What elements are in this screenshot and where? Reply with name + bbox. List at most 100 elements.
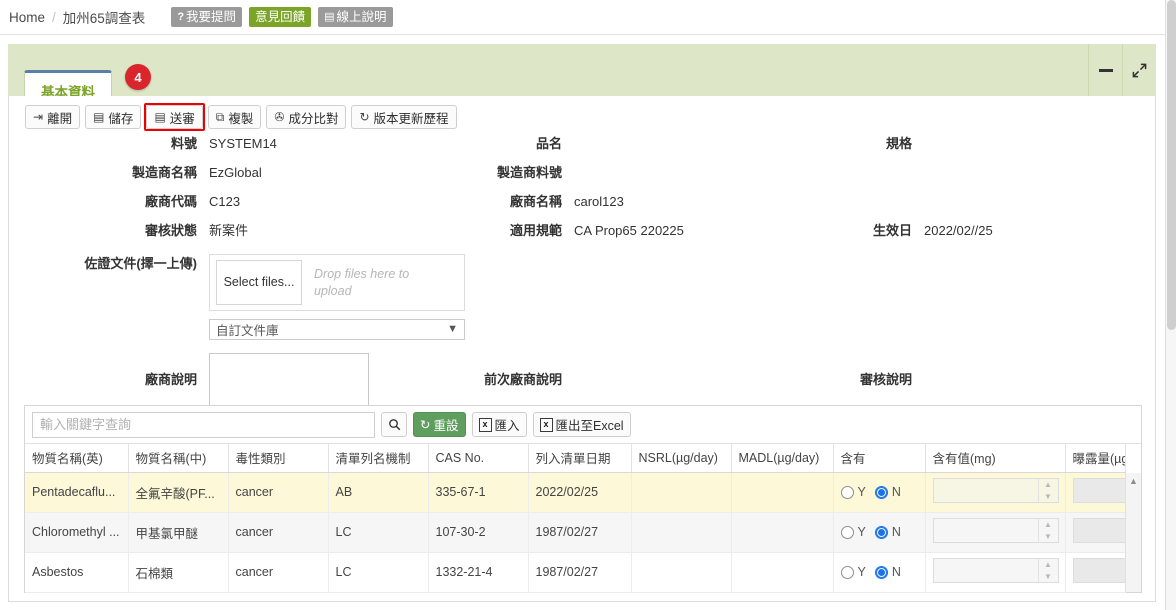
cell-nsrl xyxy=(631,512,732,553)
value-review-status: 新案件 xyxy=(209,223,249,238)
panel-body: ⇥ 離開 ▤ 儲存 ▤ 送審 ⧉ 複製 ✇ 成分比對 ↻ 版本更新歷程 料號 S… xyxy=(8,96,1156,602)
label-product-name: 品名 xyxy=(535,136,562,151)
expand-button[interactable] xyxy=(1122,44,1156,96)
undo-icon: ↻ xyxy=(359,110,370,124)
stepper-up-icon[interactable]: ▲ xyxy=(1039,559,1058,571)
radio-no[interactable] xyxy=(874,485,888,499)
cell-cas: 1332-21-4 xyxy=(428,552,529,593)
feedback-button[interactable]: 意見回饋 xyxy=(249,7,312,27)
col-name-zh[interactable]: 物質名稱(中) xyxy=(128,444,229,473)
cell-content-value: ▲ ▼ xyxy=(925,552,1066,593)
form-row-notes: 廠商說明 前次廠商說明 審核說明 xyxy=(9,353,1157,410)
ask-question-button[interactable]: ? 我要提問 xyxy=(171,7,243,27)
document-library-select[interactable]: 自訂文件庫 ▼ xyxy=(209,319,465,340)
triangle-up-icon[interactable]: ▲ xyxy=(1126,473,1141,486)
label-part-number: 料號 xyxy=(170,136,197,151)
col-content-value[interactable]: 含有值(mg) xyxy=(925,444,1066,473)
vendor-note-textarea[interactable] xyxy=(209,353,369,407)
content-value-stepper[interactable]: ▲ ▼ xyxy=(932,518,1059,543)
panel-header: 基本資料 xyxy=(8,44,1156,110)
radio-no[interactable] xyxy=(874,525,888,539)
dropzone[interactable]: Select files... Drop files here to uploa… xyxy=(209,254,465,311)
copy-button[interactable]: ⧉ 複製 xyxy=(207,105,262,129)
stepper-down-icon[interactable]: ▼ xyxy=(1039,531,1058,543)
exposure-input[interactable] xyxy=(1072,518,1124,543)
contains-radio-group: Y N xyxy=(840,565,918,579)
col-madl[interactable]: MADL(µg/day) xyxy=(731,444,834,473)
cell-contains: Y N xyxy=(833,512,926,553)
search-button[interactable] xyxy=(381,412,407,437)
chevron-down-icon: ▼ xyxy=(447,323,458,335)
stepper-up-icon[interactable]: ▲ xyxy=(1039,519,1058,531)
cell-madl xyxy=(731,552,834,593)
reset-button[interactable]: ↻ 重設 xyxy=(413,412,466,437)
col-toxicity[interactable]: 毒性類別 xyxy=(228,444,329,473)
panel-controls xyxy=(1088,44,1156,96)
ask-question-label: 我要提問 xyxy=(186,9,237,24)
online-help-button[interactable]: ▤ 線上說明 xyxy=(318,7,393,27)
radio-yes[interactable] xyxy=(840,485,854,499)
col-exposure[interactable]: 曝露量(µg xyxy=(1065,444,1126,473)
select-files-button[interactable]: Select files... xyxy=(216,260,302,305)
label-vendor-name: 廠商名稱 xyxy=(509,194,562,209)
value-vendor-name: carol123 xyxy=(574,194,624,209)
link-icon: ✇ xyxy=(274,110,285,124)
page-scrollbar-thumb[interactable] xyxy=(1167,0,1176,330)
book-icon: ▤ xyxy=(324,10,335,23)
online-help-label: 線上說明 xyxy=(336,9,387,24)
col-contains[interactable]: 含有 xyxy=(833,444,926,473)
col-listed-date[interactable]: 列入清單日期 xyxy=(528,444,632,473)
label-applicable-regulation: 適用規範 xyxy=(509,223,562,238)
label-effective-date: 生效日 xyxy=(872,223,912,238)
stepper-down-icon[interactable]: ▼ xyxy=(1039,571,1058,583)
reset-label: 重設 xyxy=(433,419,459,433)
table-row[interactable]: Pentadecaflu... 全氟辛酸(PF... cancer AB 335… xyxy=(25,472,1126,513)
minimize-button[interactable] xyxy=(1088,44,1122,96)
radio-no[interactable] xyxy=(874,565,888,579)
save-button[interactable]: ▤ 儲存 xyxy=(85,105,142,129)
save-disk-icon: ▤ xyxy=(154,110,166,124)
form-row-vendor-code: 廠商代碼 C123 廠商名稱 carol123 xyxy=(9,192,1157,221)
version-history-button[interactable]: ↻ 版本更新歷程 xyxy=(351,105,457,129)
table-header-row: 物質名稱(英) 物質名稱(中) 毒性類別 清單列名機制 CAS No. 列入清單… xyxy=(25,444,1126,473)
value-effective-date: 2022/02//25 xyxy=(924,223,993,238)
radio-yes[interactable] xyxy=(840,525,854,539)
table-row[interactable]: Asbestos 石棉類 cancer LC 1332-21-4 1987/02… xyxy=(25,552,1126,593)
cell-mechanism: LC xyxy=(328,512,429,553)
import-button[interactable]: x 匯入 xyxy=(471,412,527,437)
col-nsrl[interactable]: NSRL(µg/day) xyxy=(631,444,732,473)
leave-button[interactable]: ⇥ 離開 xyxy=(25,105,81,129)
exposure-input[interactable] xyxy=(1072,478,1124,503)
content-value-stepper[interactable]: ▲ ▼ xyxy=(932,478,1059,503)
submit-review-button[interactable]: ▤ 送審 xyxy=(144,103,206,131)
stepper-down-icon[interactable]: ▼ xyxy=(1039,491,1058,503)
cell-toxicity: cancer xyxy=(228,552,329,593)
compare-composition-button[interactable]: ✇ 成分比對 xyxy=(266,105,347,129)
contains-radio-group: Y N xyxy=(840,485,918,499)
radio-yes-label: Y xyxy=(857,525,866,539)
col-cas[interactable]: CAS No. xyxy=(428,444,529,473)
label-evidence-upload: 佐證文件(擇一上傳) xyxy=(84,256,197,271)
cell-mechanism: AB xyxy=(328,472,429,513)
radio-yes[interactable] xyxy=(840,565,854,579)
compare-composition-label: 成分比對 xyxy=(288,111,339,126)
breadcrumb-home[interactable]: Home xyxy=(9,10,45,25)
content-value-stepper[interactable]: ▲ ▼ xyxy=(932,558,1059,583)
exposure-input[interactable] xyxy=(1072,558,1124,583)
search-input[interactable] xyxy=(32,411,375,438)
page-scrollbar[interactable] xyxy=(1165,0,1176,610)
stepper-up-icon[interactable]: ▲ xyxy=(1039,479,1058,491)
col-mechanism[interactable]: 清單列名機制 xyxy=(328,444,429,473)
cell-cas: 335-67-1 xyxy=(428,472,529,513)
grid-vertical-scrollbar[interactable]: ▲ xyxy=(1125,473,1141,592)
form-toolbar: ⇥ 離開 ▤ 儲存 ▤ 送審 ⧉ 複製 ✇ 成分比對 ↻ 版本更新歷程 xyxy=(25,103,457,131)
reset-icon: ↻ xyxy=(420,418,431,432)
export-excel-button[interactable]: x 匯出至Excel xyxy=(532,412,631,437)
breadcrumb-current: 加州65調查表 xyxy=(62,11,146,26)
breadcrumb-actions: ? 我要提問 意見回饋 ▤ 線上說明 xyxy=(171,7,393,27)
col-name-en[interactable]: 物質名稱(英) xyxy=(25,444,129,473)
grid-toolbar: ↻ 重設 x 匯入 x 匯出至Excel xyxy=(25,406,1141,444)
table-row[interactable]: Chloromethyl ... 甲基氯甲醚 cancer LC 107-30-… xyxy=(25,512,1126,553)
radio-yes-label: Y xyxy=(857,485,866,499)
breadcrumb-separator: / xyxy=(52,9,56,25)
